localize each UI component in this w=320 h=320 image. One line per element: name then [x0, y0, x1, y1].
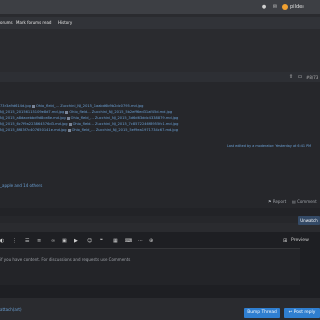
- nav-forums[interactable]: orums: [0, 20, 13, 25]
- attachment-text: NJ_2015_8f83f7c407650141e.md.jpg: [0, 128, 67, 132]
- unwatch-button[interactable]: Unwatch: [298, 216, 320, 225]
- attachment-file: Zucchini_NJ_2015_3d6d63ddc4338879.md.jpg: [94, 116, 179, 120]
- top-bar: ● ✉ pilde ⌕: [0, 0, 320, 14]
- image-icon[interactable]: ▣: [62, 238, 67, 244]
- bell-icon[interactable]: ●: [261, 4, 267, 10]
- link-icon[interactable]: ∞: [51, 238, 55, 244]
- post-reply-button[interactable]: ↩ Post reply: [284, 308, 320, 318]
- color-icon[interactable]: ◐: [0, 238, 4, 244]
- attachment-image: Ohio_fleld_...: [71, 128, 95, 132]
- attachment-image: Ohio_fleld_...: [35, 104, 60, 108]
- attachment-line[interactable]: NJ_2015_20156115109e8d7.md.jpg Ohio_fleld…: [0, 110, 172, 114]
- attach-files-link[interactable]: attach(art): [0, 307, 22, 312]
- search-icon[interactable]: ⌕: [300, 4, 306, 10]
- reply-footer: attach(art) Bump Thread ↩ Post reply: [0, 302, 320, 320]
- code-icon[interactable]: ⌨: [125, 238, 132, 244]
- attachment-text: NJ_2015_6c7f9a223864576d3.md.jpg: [0, 122, 68, 126]
- editor-placeholder: if you have content. For discussions and…: [0, 257, 131, 262]
- table-icon[interactable]: ▦: [113, 238, 118, 244]
- share-icon[interactable]: ⇪: [288, 74, 294, 80]
- attachment-file: Zucchini_NJ_2015_5b2eff6ed31af45d.md.jpg: [91, 110, 173, 114]
- sub-nav: orums Mark forums read History: [0, 17, 320, 29]
- more-text-icon[interactable]: ⋮: [12, 238, 17, 244]
- bookmark-icon[interactable]: ▭: [297, 74, 303, 80]
- attachment-image: Ohio_fleld_...: [70, 116, 94, 120]
- mail-icon[interactable]: ✉: [272, 4, 278, 10]
- attachment-text: 73r3a9d614d.jpg: [0, 104, 31, 108]
- post-header: ⇪ ▭ #8/73: [0, 72, 320, 82]
- avatar: [282, 4, 288, 10]
- image-icon: [66, 116, 70, 120]
- quote-icon[interactable]: ❝: [100, 238, 103, 244]
- attachment-line[interactable]: NJ_2015_a8dacebbd9d8ce8e.md.jpg Ohio_flel…: [0, 116, 178, 120]
- reply-editor[interactable]: if you have content. For discussions and…: [0, 248, 300, 285]
- nav-mark-read[interactable]: Mark forums read: [16, 20, 51, 25]
- report-button[interactable]: ⚑ Report: [268, 199, 286, 204]
- align-icon[interactable]: ≡: [37, 238, 41, 244]
- nav-history[interactable]: History: [58, 20, 72, 25]
- attachment-line[interactable]: NJ_2015_8f83f7c407650141e.md.jpg Ohio_fle…: [0, 128, 178, 132]
- comment-icon: ▤: [292, 199, 296, 204]
- post-index[interactable]: #8/73: [306, 75, 318, 80]
- bump-thread-button[interactable]: Bump Thread: [244, 308, 280, 318]
- attachment-file: Zucchini_NJ_2015_5ef9ea1971734c67.md.jpg: [95, 128, 178, 132]
- attachment-image: Ohio_fleld...: [72, 122, 94, 126]
- list-icon[interactable]: ☰: [25, 238, 29, 244]
- image-icon: [67, 128, 71, 132]
- last-edited-note[interactable]: Last edited by a moderator: Yesterday at…: [227, 144, 311, 148]
- attachment-image: Ohio_fleld...: [69, 110, 91, 114]
- attachment-file: Zucchini_NJ_2015_1aabd6b9b2dc0795.md.jpg: [60, 104, 144, 108]
- preview-button[interactable]: Preview: [291, 238, 309, 243]
- attachment-text: NJ_2015_20156115109e8d7.md.jpg: [0, 110, 65, 114]
- attachment-line[interactable]: NJ_2015_6c7f9a223864576d3.md.jpg Ohio_fle…: [0, 122, 178, 126]
- more-icon[interactable]: ⋯: [138, 238, 143, 244]
- media-icon[interactable]: ▶: [74, 238, 78, 244]
- report-icon: ⚑: [268, 199, 272, 204]
- image-icon: [31, 104, 35, 108]
- attachment-text: NJ_2015_a8dacebbd9d8ce8e.md.jpg: [0, 116, 66, 120]
- reply-icon: ↩: [288, 310, 293, 315]
- divider-band: [0, 208, 320, 216]
- editor-toolbar: ◐ ⋮ ☰ ≡ ∞ ▣ ▶ ☺ ❝ ▦ ⌨ ⋯ ⊕ ⊞ Preview: [0, 236, 320, 246]
- preview-icon: ⊞: [283, 238, 288, 244]
- attachment-line[interactable]: 73r3a9d614d.jpg Ohio_fleld_... Zucchini_N…: [0, 104, 143, 108]
- image-icon: [68, 122, 72, 126]
- smilie-icon[interactable]: ☺: [87, 238, 92, 244]
- likes-summary[interactable]: _apple and 14 others: [0, 183, 42, 188]
- draft-icon[interactable]: ⊕: [149, 238, 153, 244]
- comment-button[interactable]: ▤ Comment: [292, 199, 317, 204]
- attachment-file: Zucchini_NJ_2015_7c8572246f8955fc1.md.jp…: [95, 122, 179, 126]
- image-icon: [65, 110, 69, 114]
